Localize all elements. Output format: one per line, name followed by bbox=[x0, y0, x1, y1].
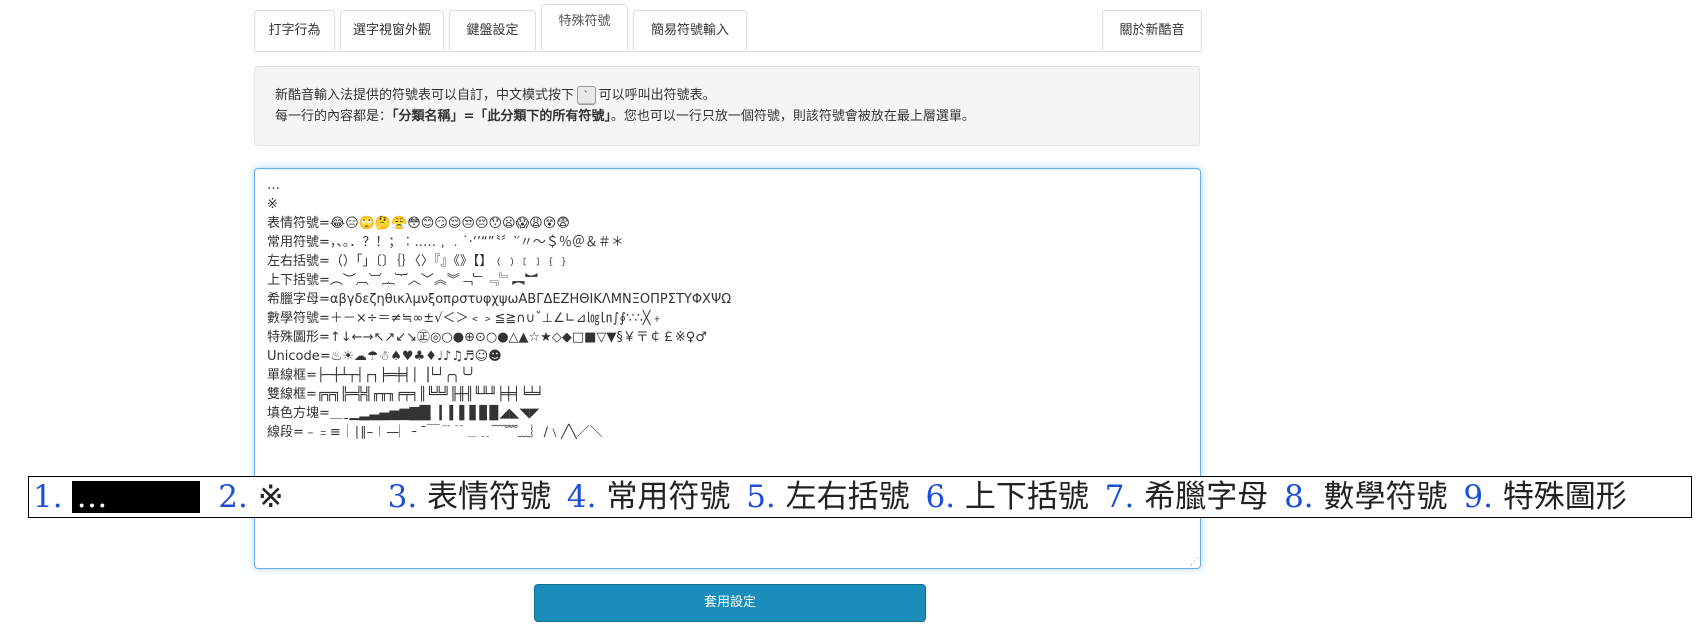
candidate-number: 7. bbox=[1104, 479, 1135, 515]
candidate-number: 8. bbox=[1284, 479, 1314, 515]
editor-line: ※ bbox=[267, 197, 278, 212]
candidate-item[interactable]: 8. 數學符號 bbox=[1284, 477, 1447, 517]
editor-line: 填色方塊=＿ˍ▁▂▃▄▅▆▇█▏▎▍▌▋▊▉◢◣◥◤ bbox=[267, 406, 540, 421]
candidate-item[interactable]: 2. ※ bbox=[218, 477, 377, 517]
editor-line: 特殊圖形=↑↓←→↖↗↙↘㊣◎○●⊕⊙○●△▲☆★◇◆□■▽▼§￥〒￠￡※♀♂ bbox=[267, 330, 707, 345]
tab-about[interactable]: 關於新酷音 bbox=[1102, 10, 1202, 50]
editor-line: 左右括號=（）「」〔〕｛｝〈〉『』《》【】﹙﹚﹝﹞﹛﹜ bbox=[267, 254, 571, 269]
candidate-text-selected: … bbox=[72, 481, 201, 513]
candidate-number: 3. bbox=[387, 479, 418, 515]
candidate-item[interactable]: 4. 常用符號 bbox=[567, 477, 730, 517]
info-text: 可以呼叫出符號表。 bbox=[598, 88, 716, 103]
candidate-item[interactable]: 3. 表情符號 bbox=[388, 477, 551, 517]
editor-line: 雙線框=╔╦╗╠═╬╣╓╥╖╒╤╕║╚╩╝╟╫╢╙╨╜╞╪╡╘╧╛ bbox=[267, 387, 544, 402]
backtick-key: ` bbox=[577, 86, 596, 105]
editor-line: 希臘字母=αβγδεζηθικλμνξοπρστυφχψωΑΒΓΔΕΖΗΘΙΚΛ… bbox=[267, 292, 732, 307]
candidate-number: 4. bbox=[566, 479, 597, 515]
editor-line: Unicode=♨☀☁☂☃♠♥♣♦♩♪♫♬☺☻ bbox=[267, 349, 502, 364]
candidate-text: 表情符號 bbox=[427, 479, 552, 515]
candidate-item[interactable]: 1. … bbox=[33, 477, 201, 517]
editor-line: 數學符號=＋－×÷＝≠≒∞±√＜＞﹤﹥≦≧∩∪ˇ⊥∠∟⊿㏒㏑∫∮∵∴╳﹢ bbox=[267, 311, 664, 326]
candidate-text: 常用符號 bbox=[606, 479, 731, 515]
candidate-item[interactable]: 6. 上下括號 bbox=[925, 477, 1088, 517]
candidate-item[interactable]: 7. 希臘字母 bbox=[1105, 477, 1268, 517]
tab-divider bbox=[254, 51, 1202, 52]
tab-easy-symbol-input[interactable]: 簡易符號輸入 bbox=[633, 10, 747, 50]
candidate-item[interactable]: 9. 特殊圖形 bbox=[1463, 477, 1626, 517]
editor-line: 表情符號=😂😑🙄🤔😤😳😊😏😌😒😔😯😦😱😩😵😨 bbox=[267, 216, 570, 231]
editor-line: … bbox=[267, 178, 280, 193]
candidate-number: 2. bbox=[218, 479, 248, 515]
candidate-text: 數學符號 bbox=[1323, 479, 1448, 515]
candidate-bar: 1. … 2. ※ 3. 表情符號 4. 常用符號 5. 左右括號 6. 上下括… bbox=[28, 476, 1692, 518]
info-text: 新酷音輸入法提供的符號表可以自訂，中文模式按下 bbox=[275, 88, 575, 103]
tab-special-symbols[interactable]: 特殊符號 bbox=[541, 4, 628, 50]
candidate-number: 5. bbox=[746, 479, 776, 515]
tab-candidate-window[interactable]: 選字視窗外觀 bbox=[340, 10, 444, 50]
info-format-bold: 「分類名稱」=「此分類下的所有符號」 bbox=[392, 109, 611, 124]
candidate-number: 1. bbox=[33, 479, 63, 515]
info-text: 每一行的內容都是： bbox=[275, 109, 393, 124]
resize-grip-icon[interactable]: ⋰ bbox=[1190, 558, 1199, 567]
editor-line: 上下括號=︵︶︹︺︷︸︿﹀︽︾﹁﹂﹃﹄︻︼ bbox=[267, 273, 538, 288]
candidate-number: 9. bbox=[1463, 479, 1493, 515]
candidate-number: 6. bbox=[925, 479, 956, 515]
tab-typing-behavior[interactable]: 打字行為 bbox=[254, 10, 335, 50]
apply-settings-button[interactable]: 套用設定 bbox=[534, 584, 926, 622]
tab-keyboard[interactable]: 鍵盤設定 bbox=[449, 10, 536, 50]
candidate-text: 左右括號 bbox=[785, 479, 910, 515]
candidate-text: ※ bbox=[257, 479, 284, 515]
candidate-text: 希臘字母 bbox=[1144, 479, 1269, 515]
candidate-text: 上下括號 bbox=[964, 479, 1089, 515]
editor-line: 線段=﹣﹦≡｜∣∥–︱—︳╴¯￣﹉﹊﹍﹎﹋﹌﹏︴∕﹨╱╲／＼ bbox=[267, 425, 603, 440]
editor-line: 常用符號=，、。．？！；︰…‥﹐﹒˙·‘’“”〝〞‵′〃～＄％＠＆＃＊ bbox=[267, 235, 624, 250]
info-panel: 新酷音輸入法提供的符號表可以自訂，中文模式按下 ` 可以呼叫出符號表。 每一行的內容… bbox=[254, 66, 1200, 146]
editor-line: 單線框=├─┼┴┬┤┌┐╞═╪╡│▕└┘╭╮╰╯ bbox=[267, 368, 476, 383]
candidate-item[interactable]: 5. 左右括號 bbox=[746, 477, 909, 517]
info-line-2: 每一行的內容都是：「分類名稱」=「此分類下的所有符號」。您也可以一行只放一個符號… bbox=[275, 106, 1179, 127]
info-line-1: 新酷音輸入法提供的符號表可以自訂，中文模式按下 ` 可以呼叫出符號表。 bbox=[275, 85, 1179, 106]
info-text: 。您也可以一行只放一個符號，則該符號會被放在最上層選單。 bbox=[610, 109, 975, 124]
candidate-text: 特殊圖形 bbox=[1502, 479, 1627, 515]
settings-tabs: 打字行為 選字視窗外觀 鍵盤設定 特殊符號 簡易符號輸入 關於新酷音 bbox=[254, 4, 1202, 52]
